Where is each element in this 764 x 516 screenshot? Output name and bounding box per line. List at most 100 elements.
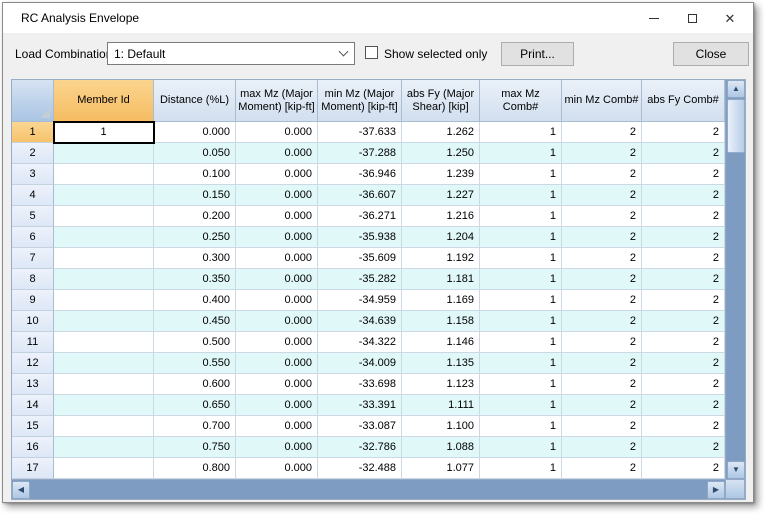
cell[interactable]: 0.000 <box>236 395 318 416</box>
cell[interactable]: 2 <box>642 374 725 395</box>
cell[interactable]: 2 <box>562 290 642 311</box>
row-header[interactable]: 8 <box>12 269 54 290</box>
cell[interactable]: 1 <box>480 353 562 374</box>
cell[interactable] <box>54 416 154 437</box>
column-header-min-mz-comb[interactable]: min Mz Comb# <box>562 80 642 122</box>
cell[interactable]: 0.000 <box>236 290 318 311</box>
cell[interactable]: 2 <box>642 332 725 353</box>
cell[interactable]: 1 <box>480 416 562 437</box>
scroll-down-button[interactable]: ▼ <box>727 461 745 479</box>
cell[interactable]: 1 <box>480 269 562 290</box>
cell[interactable] <box>54 437 154 458</box>
cell[interactable]: -34.009 <box>318 353 402 374</box>
cell[interactable]: 0.000 <box>236 227 318 248</box>
cell[interactable]: -36.946 <box>318 164 402 185</box>
cell[interactable]: 1 <box>480 227 562 248</box>
cell[interactable]: 1 <box>480 437 562 458</box>
horizontal-scrollbar[interactable]: ◀ ▶ <box>12 479 725 499</box>
cell[interactable]: 0.650 <box>154 395 236 416</box>
cell[interactable]: 0.700 <box>154 416 236 437</box>
cell[interactable]: 0.750 <box>154 437 236 458</box>
cell[interactable]: 2 <box>642 395 725 416</box>
cell[interactable]: -37.288 <box>318 143 402 164</box>
cell[interactable]: 1.250 <box>402 143 480 164</box>
cell[interactable]: 0.000 <box>236 353 318 374</box>
cell[interactable]: 0.000 <box>236 206 318 227</box>
cell[interactable]: -32.786 <box>318 437 402 458</box>
cell[interactable]: 2 <box>642 416 725 437</box>
cell[interactable]: 0.150 <box>154 185 236 206</box>
cell[interactable]: -35.938 <box>318 227 402 248</box>
cell[interactable]: -36.271 <box>318 206 402 227</box>
close-button[interactable]: Close <box>673 42 749 66</box>
cell[interactable]: 2 <box>642 269 725 290</box>
cell[interactable]: 0.300 <box>154 248 236 269</box>
cell[interactable]: 1 <box>480 290 562 311</box>
select-all-corner-cell[interactable] <box>12 80 54 122</box>
cell[interactable] <box>54 395 154 416</box>
row-header[interactable]: 4 <box>12 185 54 206</box>
cell[interactable]: 1 <box>480 458 562 479</box>
cell[interactable]: 2 <box>642 143 725 164</box>
scroll-up-button[interactable]: ▲ <box>727 80 745 98</box>
cell[interactable] <box>54 458 154 479</box>
column-header-min-mz[interactable]: min Mz (Major Moment) [kip-ft] <box>318 80 402 122</box>
maximize-button[interactable] <box>673 3 711 33</box>
cell[interactable]: -34.959 <box>318 290 402 311</box>
cell[interactable]: 0.600 <box>154 374 236 395</box>
cell[interactable]: 0.250 <box>154 227 236 248</box>
cell[interactable]: 2 <box>562 164 642 185</box>
load-combination-dropdown[interactable]: 1: Default <box>107 42 355 65</box>
cell[interactable]: 2 <box>642 206 725 227</box>
scroll-left-button[interactable]: ◀ <box>12 481 30 499</box>
column-header-max-mz[interactable]: max Mz (Major Moment) [kip-ft] <box>236 80 318 122</box>
cell[interactable]: 0.050 <box>154 143 236 164</box>
vertical-scrollbar[interactable]: ▲ ▼ <box>725 80 745 479</box>
cell[interactable]: 2 <box>642 164 725 185</box>
cell[interactable]: 2 <box>562 311 642 332</box>
cell[interactable] <box>54 143 154 164</box>
cell[interactable]: 1 <box>480 395 562 416</box>
minimize-button[interactable] <box>635 3 673 33</box>
cell[interactable]: 0.500 <box>154 332 236 353</box>
show-selected-only-checkbox[interactable] <box>365 46 378 59</box>
cell[interactable]: -34.639 <box>318 311 402 332</box>
cell[interactable]: 0.000 <box>236 458 318 479</box>
cell[interactable]: 1 <box>480 143 562 164</box>
cell[interactable]: 1 <box>480 311 562 332</box>
cell[interactable]: 2 <box>562 143 642 164</box>
cell[interactable]: 2 <box>642 290 725 311</box>
cell[interactable]: -37.633 <box>318 122 402 143</box>
cell[interactable]: 2 <box>562 353 642 374</box>
cell[interactable]: 2 <box>562 122 642 143</box>
cell[interactable]: -33.698 <box>318 374 402 395</box>
cell[interactable]: 1.088 <box>402 437 480 458</box>
column-header-abs-fy-comb[interactable]: abs Fy Comb# <box>642 80 725 122</box>
cell[interactable]: 1.192 <box>402 248 480 269</box>
cell[interactable]: 2 <box>642 185 725 206</box>
selected-cell[interactable]: 1 <box>53 121 155 144</box>
row-header[interactable]: 13 <box>12 374 54 395</box>
row-header[interactable]: 3 <box>12 164 54 185</box>
cell[interactable]: 1 <box>480 332 562 353</box>
row-header[interactable]: 6 <box>12 227 54 248</box>
cell[interactable]: 0.000 <box>236 143 318 164</box>
cell[interactable]: 0.000 <box>154 122 236 143</box>
cell[interactable]: 1.262 <box>402 122 480 143</box>
cell[interactable]: 1.135 <box>402 353 480 374</box>
cell[interactable]: 2 <box>562 248 642 269</box>
cell[interactable]: 2 <box>642 248 725 269</box>
cell[interactable]: -35.609 <box>318 248 402 269</box>
cell[interactable]: 2 <box>562 458 642 479</box>
cell[interactable]: 2 <box>562 395 642 416</box>
cell[interactable]: 0.200 <box>154 206 236 227</box>
cell[interactable]: 2 <box>642 311 725 332</box>
cell[interactable]: 1.169 <box>402 290 480 311</box>
cell[interactable]: 2 <box>642 437 725 458</box>
row-header[interactable]: 14 <box>12 395 54 416</box>
cell[interactable]: 2 <box>562 185 642 206</box>
row-header[interactable]: 5 <box>12 206 54 227</box>
row-header[interactable]: 2 <box>12 143 54 164</box>
column-header-max-mz-comb[interactable]: max Mz Comb# <box>480 80 562 122</box>
cell[interactable]: 0.000 <box>236 248 318 269</box>
